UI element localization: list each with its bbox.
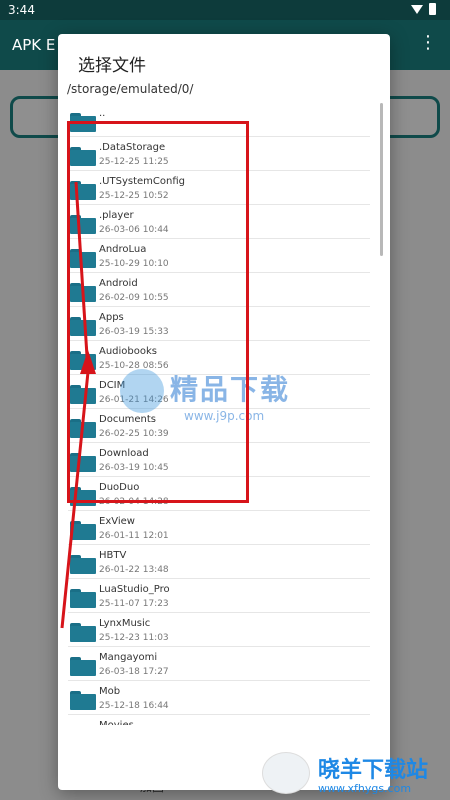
watermark-goat-icon: [262, 752, 310, 794]
annotation-arrows: [60, 181, 96, 629]
annotation-arrow-2: [74, 181, 90, 373]
annotation-arrow-1: [60, 371, 90, 629]
watermark-corner-url: www.xfhygs.com: [318, 782, 412, 795]
watermark-corner: 晓羊下载站 www.xfhygs.com: [318, 752, 428, 795]
annotation-arrowhead: [80, 350, 96, 374]
watermark-corner-text: 晓羊下载站: [318, 758, 429, 783]
